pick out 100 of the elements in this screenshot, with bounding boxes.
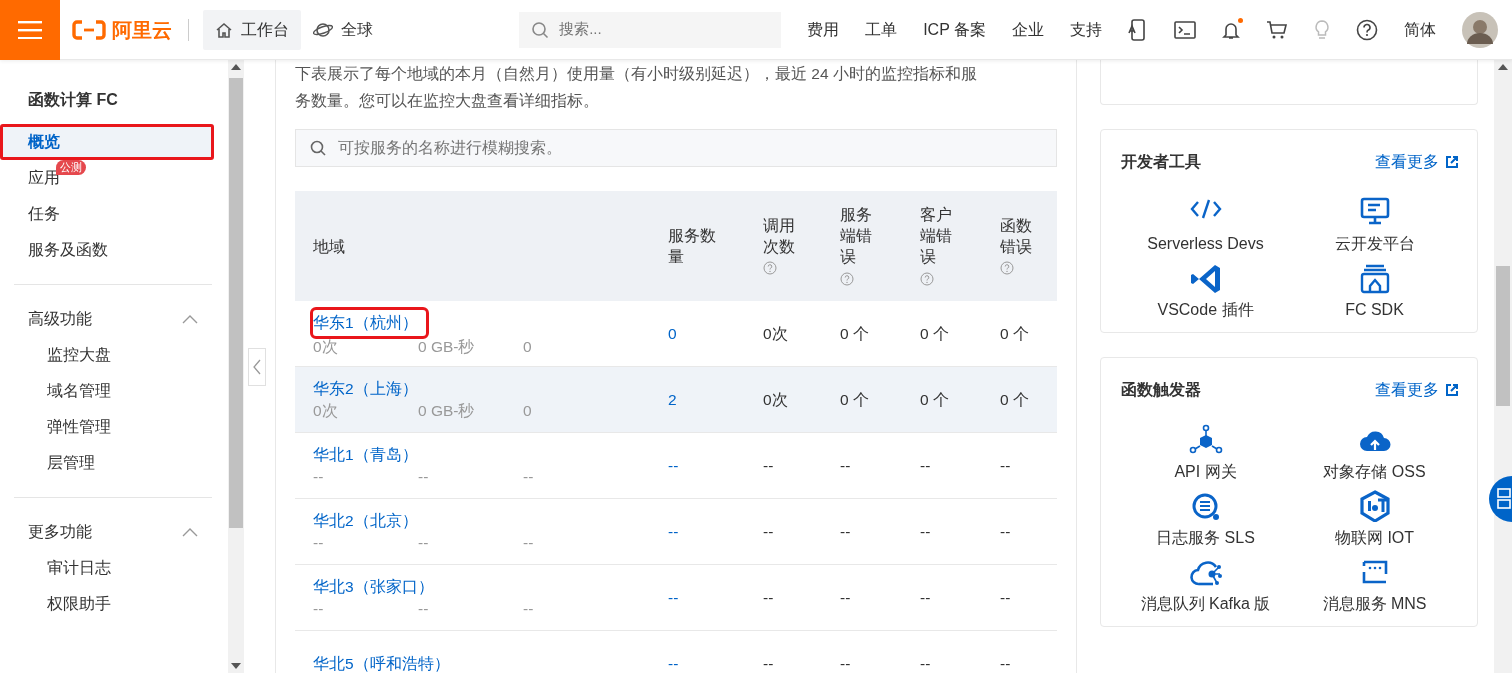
help-icon (840, 271, 854, 286)
search-field[interactable]: 搜索... (519, 11, 782, 48)
search-input[interactable]: 搜索... (557, 17, 758, 42)
search-icon (531, 20, 550, 39)
tool-link[interactable]: 消息服务 MNS (1290, 556, 1459, 616)
scroll-up-icon (1498, 64, 1508, 70)
tool-link[interactable]: 对象存储 OSS (1290, 424, 1459, 484)
table-cell-text: 0 个 (1000, 389, 1029, 410)
tool-link[interactable]: 物联网 IOT (1290, 490, 1459, 550)
sidebar-group[interactable]: 高级功能 (0, 301, 214, 337)
column-header: 服务数量 (668, 226, 717, 267)
table-cell-text: -- (920, 653, 931, 673)
dashboard-link[interactable]: 监控大盘 (423, 92, 487, 109)
table-cell-text: -- (920, 587, 931, 608)
sidebar-title: 函数计算 FC (27, 90, 119, 110)
nav-link[interactable]: 工单 (865, 17, 898, 42)
tool-link[interactable]: 云开发平台 (1290, 196, 1459, 256)
cart-icon[interactable] (1266, 19, 1288, 40)
usage-value: -- (313, 466, 325, 487)
nav-link[interactable]: 企业 (1012, 17, 1044, 42)
sidebar-item[interactable]: 概览 (0, 124, 214, 160)
nav-link[interactable]: 支持 (1070, 17, 1102, 42)
column-header: 地域 (313, 236, 345, 257)
tool-link[interactable]: FC SDK (1290, 262, 1459, 322)
table-cell-text: -- (840, 653, 851, 673)
service-count-link[interactable]: -- (668, 519, 679, 544)
table-cell-text: -- (1000, 587, 1011, 608)
table-cell-text: -- (920, 455, 931, 476)
sidebar-group[interactable]: 更多功能 (0, 514, 214, 550)
sidebar-item[interactable]: 审计日志 (0, 550, 111, 586)
nav-tab[interactable]: 全球 (301, 9, 385, 50)
terminal-icon[interactable] (1174, 19, 1196, 40)
search-icon (310, 140, 326, 156)
region-link[interactable]: 华东2（上海） (313, 377, 418, 400)
usage-value: 0次 (313, 336, 339, 357)
nav-link[interactable]: 费用 (807, 17, 840, 42)
region-link[interactable]: 华北3（张家口） (313, 575, 434, 598)
tool-link[interactable]: Serverless Devs (1121, 196, 1290, 256)
table-cell-text: -- (763, 653, 774, 673)
service-count-link[interactable]: -- (668, 651, 679, 673)
column-header: 调用次数 (763, 214, 798, 278)
phone-app-icon[interactable] (1128, 18, 1148, 41)
sidebar-item[interactable]: 权限助手 (0, 586, 111, 622)
home-icon (215, 20, 233, 39)
logo-icon (72, 19, 106, 40)
language-link[interactable]: 简体 (1404, 17, 1436, 42)
sidebar-item[interactable]: 监控大盘 (0, 337, 111, 373)
column-header: 客户端错误 (920, 204, 955, 288)
usage-value: -- (418, 532, 430, 553)
service-count-link[interactable]: 2 (668, 387, 677, 412)
external-link-icon (1445, 155, 1459, 169)
region-link[interactable]: 华北1（青岛） (313, 443, 418, 466)
region-link[interactable]: 华北2（北京） (313, 509, 418, 532)
usage-value: -- (523, 598, 534, 619)
scroll-up-icon (231, 64, 241, 70)
grid-icon (1497, 488, 1511, 510)
usage-value: -- (523, 466, 534, 487)
description-text: 下表展示了每个地域的本月（自然月）使用量（有小时级别延迟），最近 24 小时的监控指标和服务数量。您可以在监控大盘查看详细指标。 (295, 64, 978, 111)
notification-button[interactable] (1222, 19, 1240, 40)
table-cell-text: -- (763, 455, 774, 476)
service-count-link[interactable]: 0 (668, 321, 677, 346)
search-input[interactable]: 可按服务的名称进行模糊搜索。 (336, 135, 1042, 161)
sidebar-item[interactable]: 弹性管理 (0, 409, 111, 445)
tool-link[interactable]: 日志服务 SLS (1121, 490, 1290, 550)
sidebar-item[interactable]: 域名管理 (0, 373, 111, 409)
view-more-link[interactable]: 查看更多 (1375, 378, 1459, 402)
network-icon (1188, 424, 1223, 456)
menu-button[interactable] (0, 0, 60, 60)
external-link-icon (1445, 383, 1459, 397)
sidebar-item[interactable]: 任务 (0, 196, 214, 232)
search-field[interactable]: 可按服务的名称进行模糊搜索。 (295, 129, 1057, 167)
view-more-link[interactable]: 查看更多 (1375, 150, 1459, 174)
avatar-icon[interactable] (1462, 11, 1498, 48)
help-icon[interactable] (1356, 18, 1378, 41)
table-cell-text: -- (840, 521, 851, 542)
tool-link[interactable]: API 网关 (1121, 424, 1290, 484)
usage-value: -- (418, 466, 430, 487)
sidebar-item[interactable]: 层管理 (0, 445, 95, 481)
nav-tab[interactable]: 工作台 (203, 9, 301, 50)
region-link[interactable]: 华北5（呼和浩特） (313, 652, 450, 673)
tool-link[interactable]: VSCode 插件 (1121, 262, 1290, 322)
hexagon-chip-icon (1357, 490, 1392, 522)
table-cell-text: -- (763, 587, 774, 608)
logo-text: 阿里云 (112, 17, 172, 43)
nav-link[interactable]: ICP 备案 (923, 17, 986, 42)
service-count-link[interactable]: -- (668, 453, 679, 478)
sidebar-item[interactable]: 服务及函数 (0, 232, 214, 268)
table-cell-text: 0 个 (840, 323, 869, 344)
chevron-left-icon (253, 359, 261, 375)
table-cell-text: -- (920, 521, 931, 542)
scrollbar-thumb[interactable] (229, 78, 243, 528)
table-cell-text: 0 个 (920, 389, 949, 410)
service-count-link[interactable]: -- (668, 585, 679, 610)
table-cell-text: -- (1000, 653, 1011, 673)
scrollbar-thumb[interactable] (1496, 266, 1510, 406)
table-cell-text: 0 个 (920, 323, 949, 344)
tool-link[interactable]: 消息队列 Kafka 版 (1121, 556, 1290, 616)
usage-value: 0 GB-秒 (418, 400, 476, 421)
table-cell-text: -- (1000, 521, 1011, 542)
region-link[interactable]: 华东1（杭州） (313, 309, 426, 336)
